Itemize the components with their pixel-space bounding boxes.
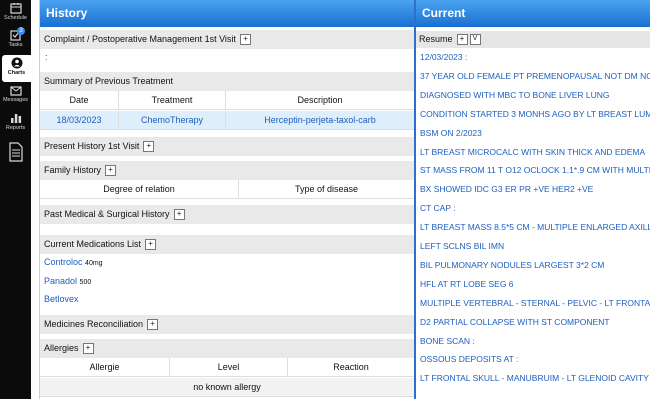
nav-schedule-label: Schedule	[4, 15, 27, 21]
family-col-relation: Degree of relation	[40, 180, 239, 199]
medication-name: Controloc	[44, 257, 83, 267]
present-history-label: Present History 1st Visit	[44, 141, 140, 151]
medication-item[interactable]: Betlovex	[44, 294, 79, 304]
medications-add-button[interactable]: +	[145, 239, 157, 251]
nav-reports-label: Reports	[5, 125, 26, 131]
summary-header-row: Date Treatment Description	[40, 91, 414, 110]
left-nav-rail: Schedule 3 Tasks Charts Messages Reports	[0, 0, 31, 399]
resume-line: 12/03/2023 :	[420, 52, 468, 62]
allergy-header-row: Allergie Level Reaction	[40, 358, 414, 377]
resume-line: BONE SCAN :	[420, 335, 475, 346]
envelope-icon	[9, 86, 22, 96]
resume-line: BSM ON 2/2023	[420, 127, 482, 138]
summary-col-date: Date	[40, 91, 119, 110]
family-history-section: Family History +	[40, 161, 414, 180]
medication-dose: 500	[79, 279, 92, 286]
medication-item[interactable]: Panadol 500	[44, 276, 91, 286]
complaint-add-button[interactable]: +	[239, 34, 251, 46]
resume-line: HFL AT RT LOBE SEG 6	[420, 278, 514, 289]
reconciliation-label: Medicines Reconciliation	[44, 319, 144, 329]
family-history-label: Family History	[44, 165, 102, 175]
document-icon	[8, 142, 23, 162]
resume-line: DIAGNOSED WITH MBC TO BONE LIVER LUNG	[420, 89, 610, 100]
tasks-badge: 3	[17, 27, 25, 35]
resume-line: LT BREAST MASS 8.5*5 CM - MULTIPLE ENLAR…	[420, 222, 650, 233]
allergy-col-allergie: Allergie	[40, 358, 170, 377]
resume-line: OSSOUS DEPOSITS AT :	[420, 354, 519, 365]
nav-charts-label: Charts	[7, 70, 26, 76]
resume-label: Resume	[419, 34, 453, 44]
resume-line: BIL PULMONARY NODULES LARGEST 3*2 CM	[420, 259, 605, 270]
allergies-add-button[interactable]: +	[82, 343, 94, 355]
resume-line: CONDITION STARTED 3 MONHS AGO BY LT BREA…	[420, 108, 650, 119]
nav-reports[interactable]: Reports	[0, 112, 31, 131]
allergy-col-level: Level	[170, 358, 288, 377]
family-history-add-button[interactable]: +	[105, 165, 117, 177]
summary-col-description: Description	[226, 91, 414, 110]
history-header: History	[40, 0, 414, 27]
medication-dose: 40mg	[85, 260, 103, 267]
medication-name: Betlovex	[44, 294, 79, 304]
allergy-row: no known allergy	[40, 378, 414, 397]
user-circle-icon	[11, 57, 22, 69]
family-col-disease: Type of disease	[239, 180, 414, 199]
medication-name: Panadol	[44, 276, 78, 286]
nav-tasks-label: Tasks	[8, 42, 23, 48]
complaint-value: :	[45, 52, 48, 62]
resume-line: CT CAP :	[420, 203, 456, 214]
summary-description-cell: Herceptin-perjeta-taxol-carb	[226, 111, 414, 130]
resume-expand-button[interactable]: V	[469, 34, 481, 46]
resume-line: LEFT SCLNS BIL IMN	[420, 241, 505, 251]
resume-line: LT FRONTAL SKULL - MANUBRUIM - LT GLENOI…	[420, 373, 649, 384]
present-history-section: Present History 1st Visit +	[40, 137, 414, 156]
summary-col-treatment: Treatment	[119, 91, 226, 110]
allergies-label: Allergies	[44, 343, 79, 353]
complaint-label: Complaint / Postoperative Management 1st…	[44, 34, 236, 44]
nav-tasks[interactable]: 3 Tasks	[0, 27, 31, 48]
allergies-section: Allergies +	[40, 339, 414, 358]
allergy-none-text: no known allergy	[40, 378, 414, 397]
present-history-add-button[interactable]: +	[143, 141, 155, 153]
nav-document[interactable]	[0, 142, 31, 163]
summary-treatment-cell: ChemoTherapy	[119, 111, 226, 130]
resume-line: MULTIPLE VERTEBRAL - STERNAL - PELVIC - …	[420, 297, 650, 308]
resume-add-button[interactable]: +	[456, 34, 468, 46]
summary-row[interactable]: 18/03/2023 ChemoTherapy Herceptin-perjet…	[40, 111, 414, 130]
nav-messages[interactable]: Messages	[0, 86, 31, 103]
nav-schedule[interactable]: Schedule	[0, 2, 31, 21]
past-history-section: Past Medical & Surgical History +	[40, 205, 414, 224]
summary-date-cell: 18/03/2023	[40, 111, 119, 130]
past-history-label: Past Medical & Surgical History	[44, 209, 170, 219]
nav-charts[interactable]: Charts	[2, 55, 31, 82]
complaint-section: Complaint / Postoperative Management 1st…	[40, 30, 414, 49]
medications-label: Current Medications List	[44, 239, 142, 249]
medication-item[interactable]: Controloc 40mg	[44, 257, 103, 267]
resume-line: LT BREAST MICROCALC WITH SKIN THICK AND …	[420, 146, 646, 157]
reconciliation-add-button[interactable]: +	[147, 319, 159, 331]
past-history-add-button[interactable]: +	[173, 209, 185, 221]
resume-line: BX SHOWED IDC G3 ER PR +VE HER2 +VE	[420, 184, 594, 195]
reconciliation-section: Medicines Reconciliation +	[40, 315, 414, 334]
resume-line: D2 PARTIAL COLLAPSE WITH ST COMPONENT	[420, 316, 610, 327]
summary-section-title: Summary of Previous Treatment	[40, 72, 414, 91]
resume-bar: Resume + V	[416, 31, 650, 48]
calendar-icon	[9, 3, 22, 14]
current-header: Current	[416, 0, 650, 27]
resume-line: ST MASS FROM 11 T O12 OCLOCK 1.1*.9 CM W…	[420, 165, 650, 176]
resume-line: 37 YEAR OLD FEMALE PT PREMENOPAUSAL NOT …	[420, 70, 650, 81]
bar-chart-icon	[10, 114, 21, 123]
family-header-row: Degree of relation Type of disease	[40, 180, 414, 199]
nav-messages-label: Messages	[2, 97, 29, 103]
allergy-col-reaction: Reaction	[288, 358, 414, 377]
current-panel: Current Resume + V 12/03/2023 : 37 YEAR OLD…	[414, 0, 650, 399]
medications-section: Current Medications List +	[40, 235, 414, 254]
history-panel: History Complaint / Postoperative Manage…	[39, 0, 414, 399]
